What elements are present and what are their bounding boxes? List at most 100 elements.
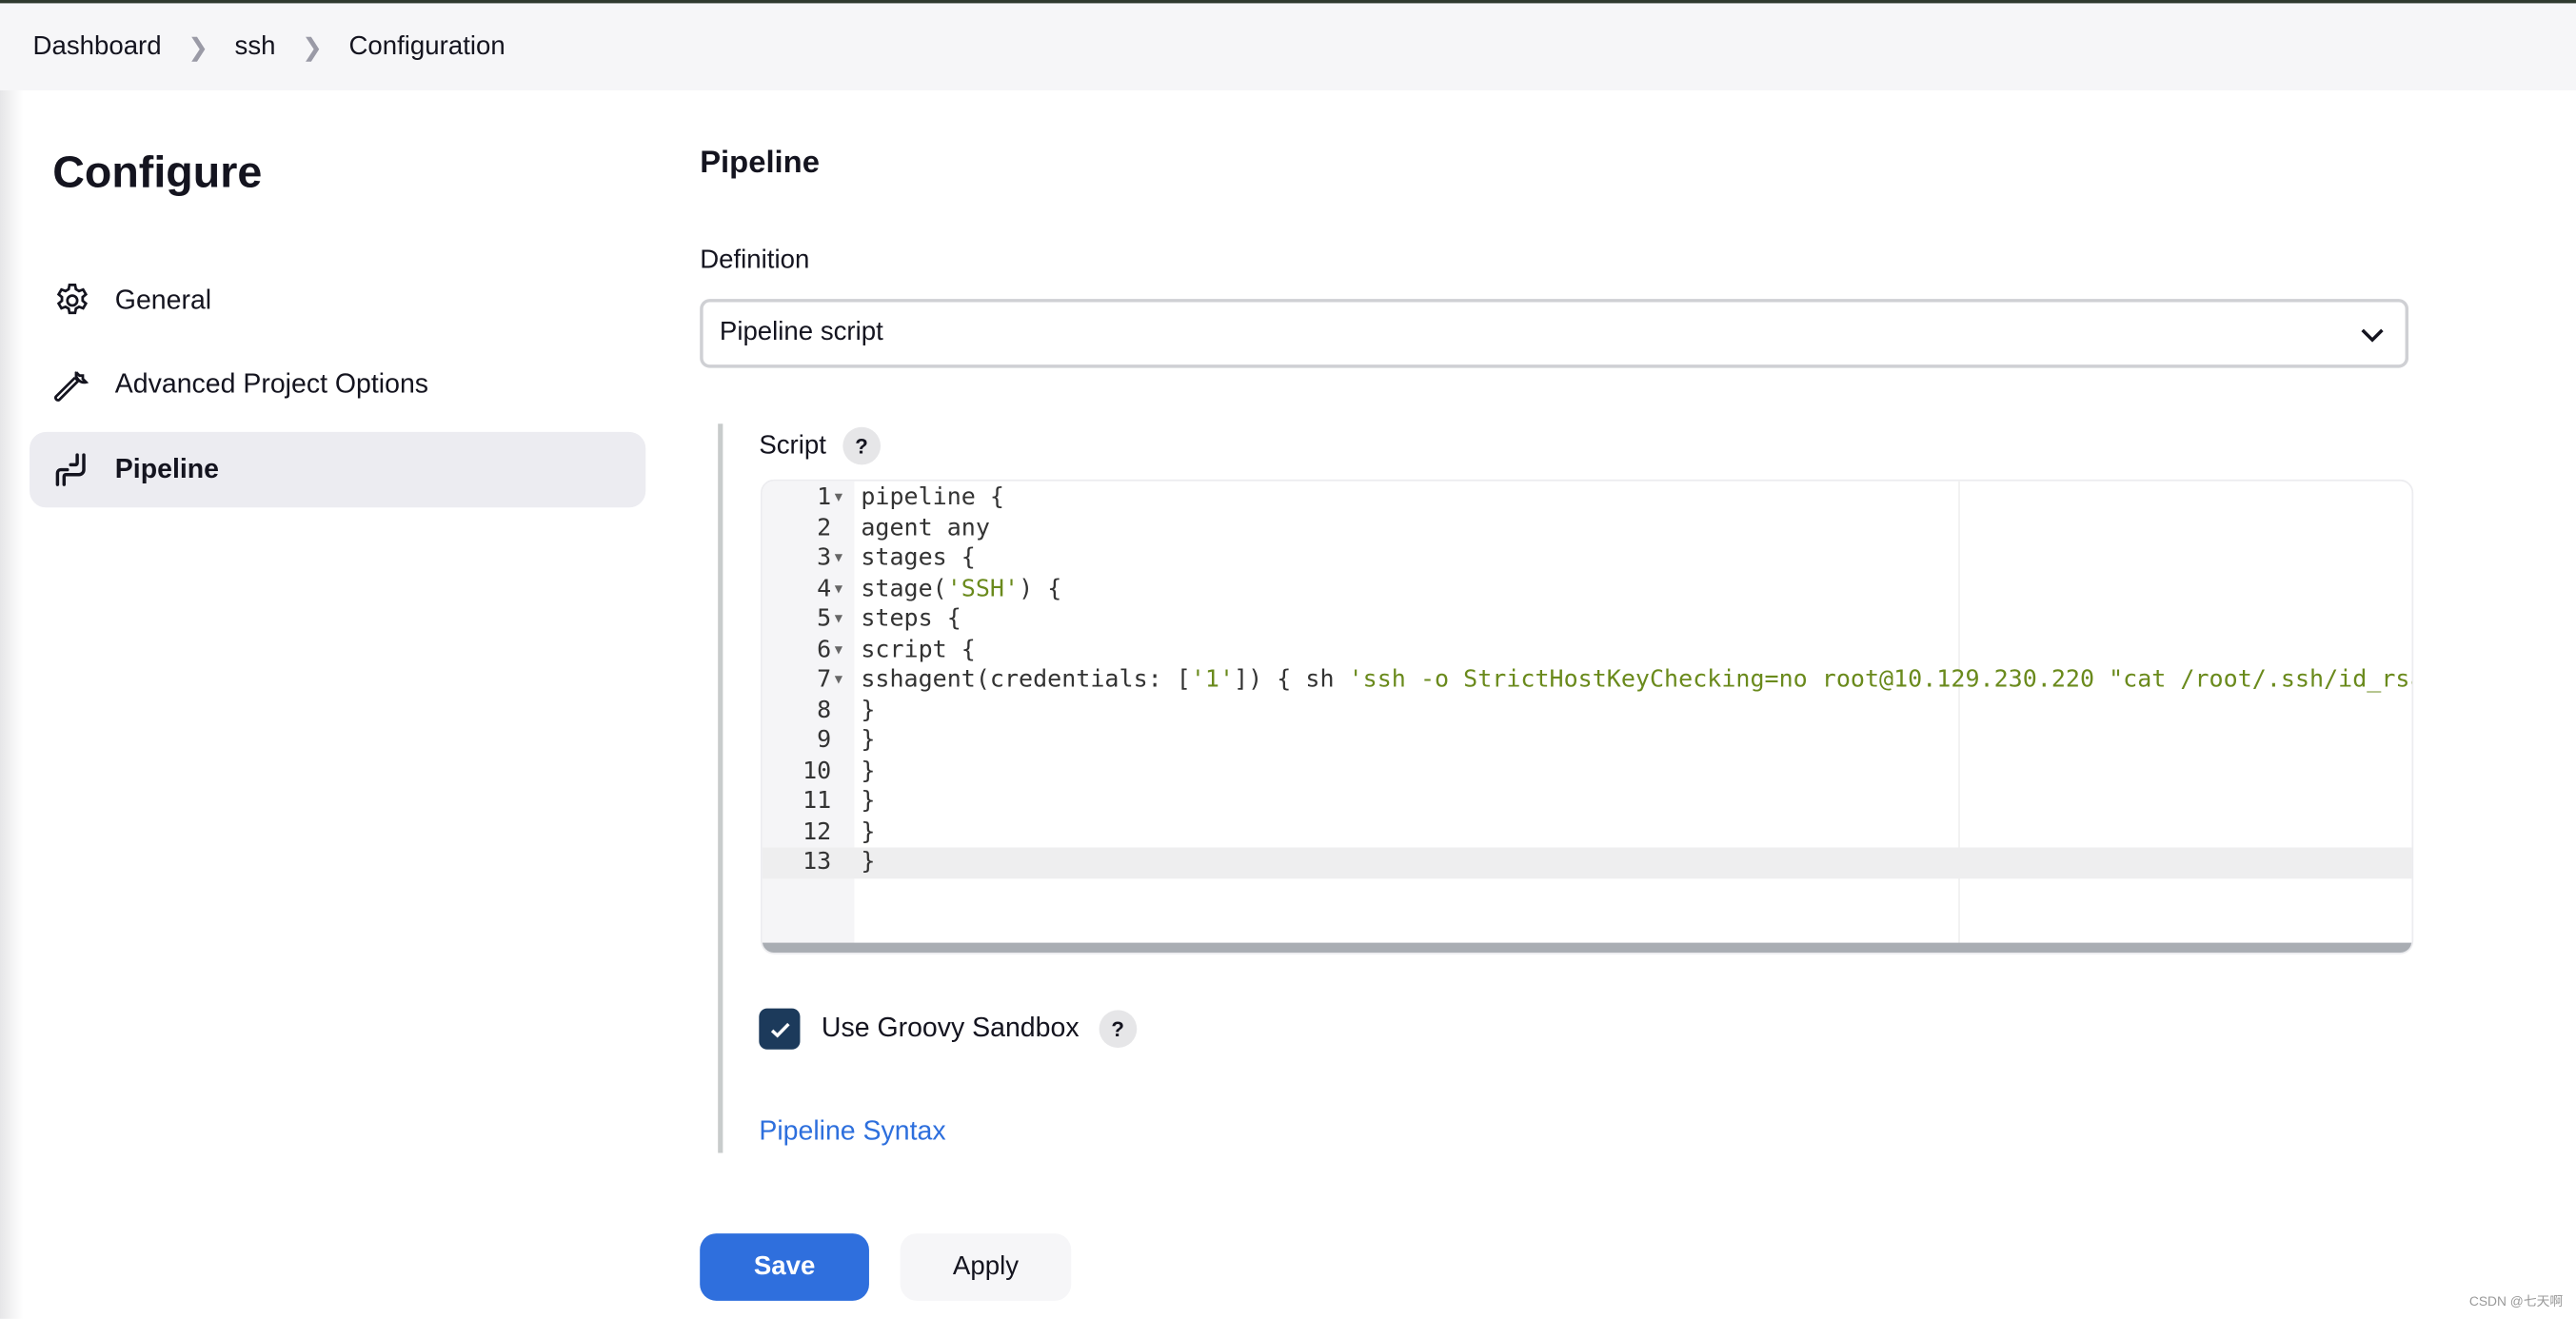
script-help-button[interactable]: ?: [842, 426, 881, 465]
left-shadow: [0, 89, 24, 1319]
script-label: Script ?: [759, 426, 881, 465]
code-line[interactable]: 8}: [763, 696, 2412, 726]
code-token: script {: [861, 636, 976, 663]
code-text: }: [861, 848, 875, 878]
groovy-sandbox-row: Use Groovy Sandbox ?: [759, 1008, 1137, 1050]
code-token: }: [861, 818, 876, 845]
code-token: stage(: [861, 575, 947, 602]
code-token: }: [861, 758, 876, 785]
code-text: }: [861, 757, 875, 787]
horizontal-scrollbar[interactable]: [762, 942, 2412, 953]
string-token: 'SSH': [946, 575, 1020, 602]
code-token: }: [861, 727, 876, 755]
breadcrumb: Dashboard ❯ ssh ❯ Configuration: [0, 3, 2576, 90]
line-number: 9: [817, 727, 832, 755]
watermark: CSDN @七天啊: [2468, 1293, 2564, 1309]
chevron-right-icon: ❯: [302, 33, 323, 62]
chevron-right-icon: ❯: [188, 33, 208, 62]
code-line[interactable]: 11}: [763, 787, 2412, 817]
line-number: 1: [817, 484, 832, 511]
line-number: 12: [803, 818, 832, 845]
section-indent-bar: [718, 423, 723, 1153]
breadcrumb-ssh[interactable]: ssh: [235, 32, 276, 62]
code-line[interactable]: 3 ▼ stages {: [763, 543, 2412, 574]
code-text: steps {: [861, 604, 961, 635]
script-editor[interactable]: 1 ▼ pipeline {2 agent any 3 ▼ stages {4 ▼ stage(…: [761, 479, 2414, 955]
code-line[interactable]: 5 ▼ steps {: [763, 604, 2412, 635]
code-text: stages {: [861, 543, 976, 574]
string-token: 'ssh -o StrictHostKeyChecking=no root@10…: [1348, 666, 2414, 694]
groovy-sandbox-label[interactable]: Use Groovy Sandbox: [822, 1014, 1080, 1045]
fold-arrow-icon[interactable]: ▼: [835, 635, 842, 665]
pipeline-syntax-link[interactable]: Pipeline Syntax: [759, 1117, 945, 1149]
groovy-sandbox-checkbox[interactable]: [759, 1008, 801, 1050]
code-token: steps {: [861, 605, 961, 633]
code-token: ]) { sh: [1234, 666, 1349, 694]
fold-arrow-icon[interactable]: ▼: [835, 574, 842, 604]
code-line[interactable]: 13}: [762, 847, 2412, 878]
fold-arrow-icon[interactable]: ▼: [835, 482, 842, 513]
code-token: }: [861, 849, 876, 876]
code-text: stage('SSH') {: [861, 574, 1061, 604]
code-line[interactable]: 7 ▼ sshagent(credentials: ['1']) { sh 'ssh…: [763, 665, 2414, 696]
code-line[interactable]: 12}: [763, 817, 2412, 848]
chevron-down-icon: [2361, 328, 2384, 343]
line-number: 13: [803, 849, 832, 876]
code-line[interactable]: 9}: [763, 726, 2412, 757]
code-line[interactable]: 2 agent any: [763, 513, 2412, 543]
save-button[interactable]: Save: [700, 1233, 869, 1301]
code-token: stages {: [861, 544, 976, 572]
code-token: pipeline {: [861, 484, 1005, 511]
definition-select[interactable]: Pipeline script: [700, 299, 2409, 368]
page-title: Configure: [52, 148, 263, 198]
line-number: 4: [817, 575, 832, 602]
code-text: }: [861, 726, 875, 757]
line-number: 10: [803, 758, 832, 785]
code-text: agent any: [861, 513, 990, 543]
code-token: }: [861, 788, 876, 815]
line-number: 8: [817, 697, 832, 724]
code-line[interactable]: 6 ▼ script {: [763, 635, 2412, 665]
sidebar-item-advanced-project-options[interactable]: Advanced Project Options: [30, 347, 645, 423]
string-token: '1': [1190, 666, 1235, 694]
breadcrumb-dashboard[interactable]: Dashboard: [33, 32, 162, 62]
line-number: 5: [817, 605, 832, 633]
sidebar-item-pipeline[interactable]: Pipeline: [30, 431, 646, 508]
apply-button[interactable]: Apply: [900, 1233, 1072, 1301]
sandbox-help-button[interactable]: ?: [1099, 1010, 1137, 1049]
sidebar-item-label: Pipeline: [114, 454, 220, 484]
breadcrumb-configuration[interactable]: Configuration: [348, 32, 505, 62]
line-number: 2: [817, 515, 832, 541]
sidebar-item-general[interactable]: General: [30, 263, 645, 338]
code-text: sshagent(credentials: ['1']) { sh 'ssh -…: [861, 665, 2414, 696]
sidebar: General Advanced Project Options Pipelin…: [30, 263, 646, 517]
code-text: pipeline {: [861, 482, 1004, 513]
code-text: script {: [861, 635, 976, 665]
code-line[interactable]: 1 ▼ pipeline {: [763, 482, 2412, 513]
code-token: sshagent(credentials: [: [861, 666, 1191, 694]
fold-arrow-icon[interactable]: ▼: [835, 665, 842, 696]
line-number: 11: [803, 788, 832, 815]
line-number: 6: [817, 636, 832, 663]
code-text: }: [861, 696, 875, 726]
code-token: ) {: [1019, 575, 1062, 602]
code-line[interactable]: 10}: [763, 757, 2412, 787]
line-number: 3: [817, 544, 832, 572]
pipeline-icon: [55, 453, 86, 486]
sidebar-item-label: Advanced Project Options: [114, 369, 429, 400]
line-number: 7: [817, 666, 832, 694]
wrench-icon: [54, 370, 89, 401]
sidebar-item-label: General: [114, 285, 212, 315]
code-line[interactable]: 4 ▼ stage('SSH') {: [763, 574, 2412, 604]
script-label-text: Script: [759, 431, 826, 460]
code-text: }: [861, 817, 875, 848]
fold-arrow-icon[interactable]: ▼: [835, 604, 842, 635]
code-token: }: [861, 697, 876, 724]
checkmark-icon: [770, 1021, 789, 1037]
section-title: Pipeline: [700, 146, 820, 181]
code-token: agent any: [861, 515, 990, 541]
fold-arrow-icon[interactable]: ▼: [835, 543, 842, 574]
definition-label: Definition: [700, 246, 810, 275]
gear-icon: [56, 284, 89, 315]
code-text: }: [861, 787, 875, 817]
